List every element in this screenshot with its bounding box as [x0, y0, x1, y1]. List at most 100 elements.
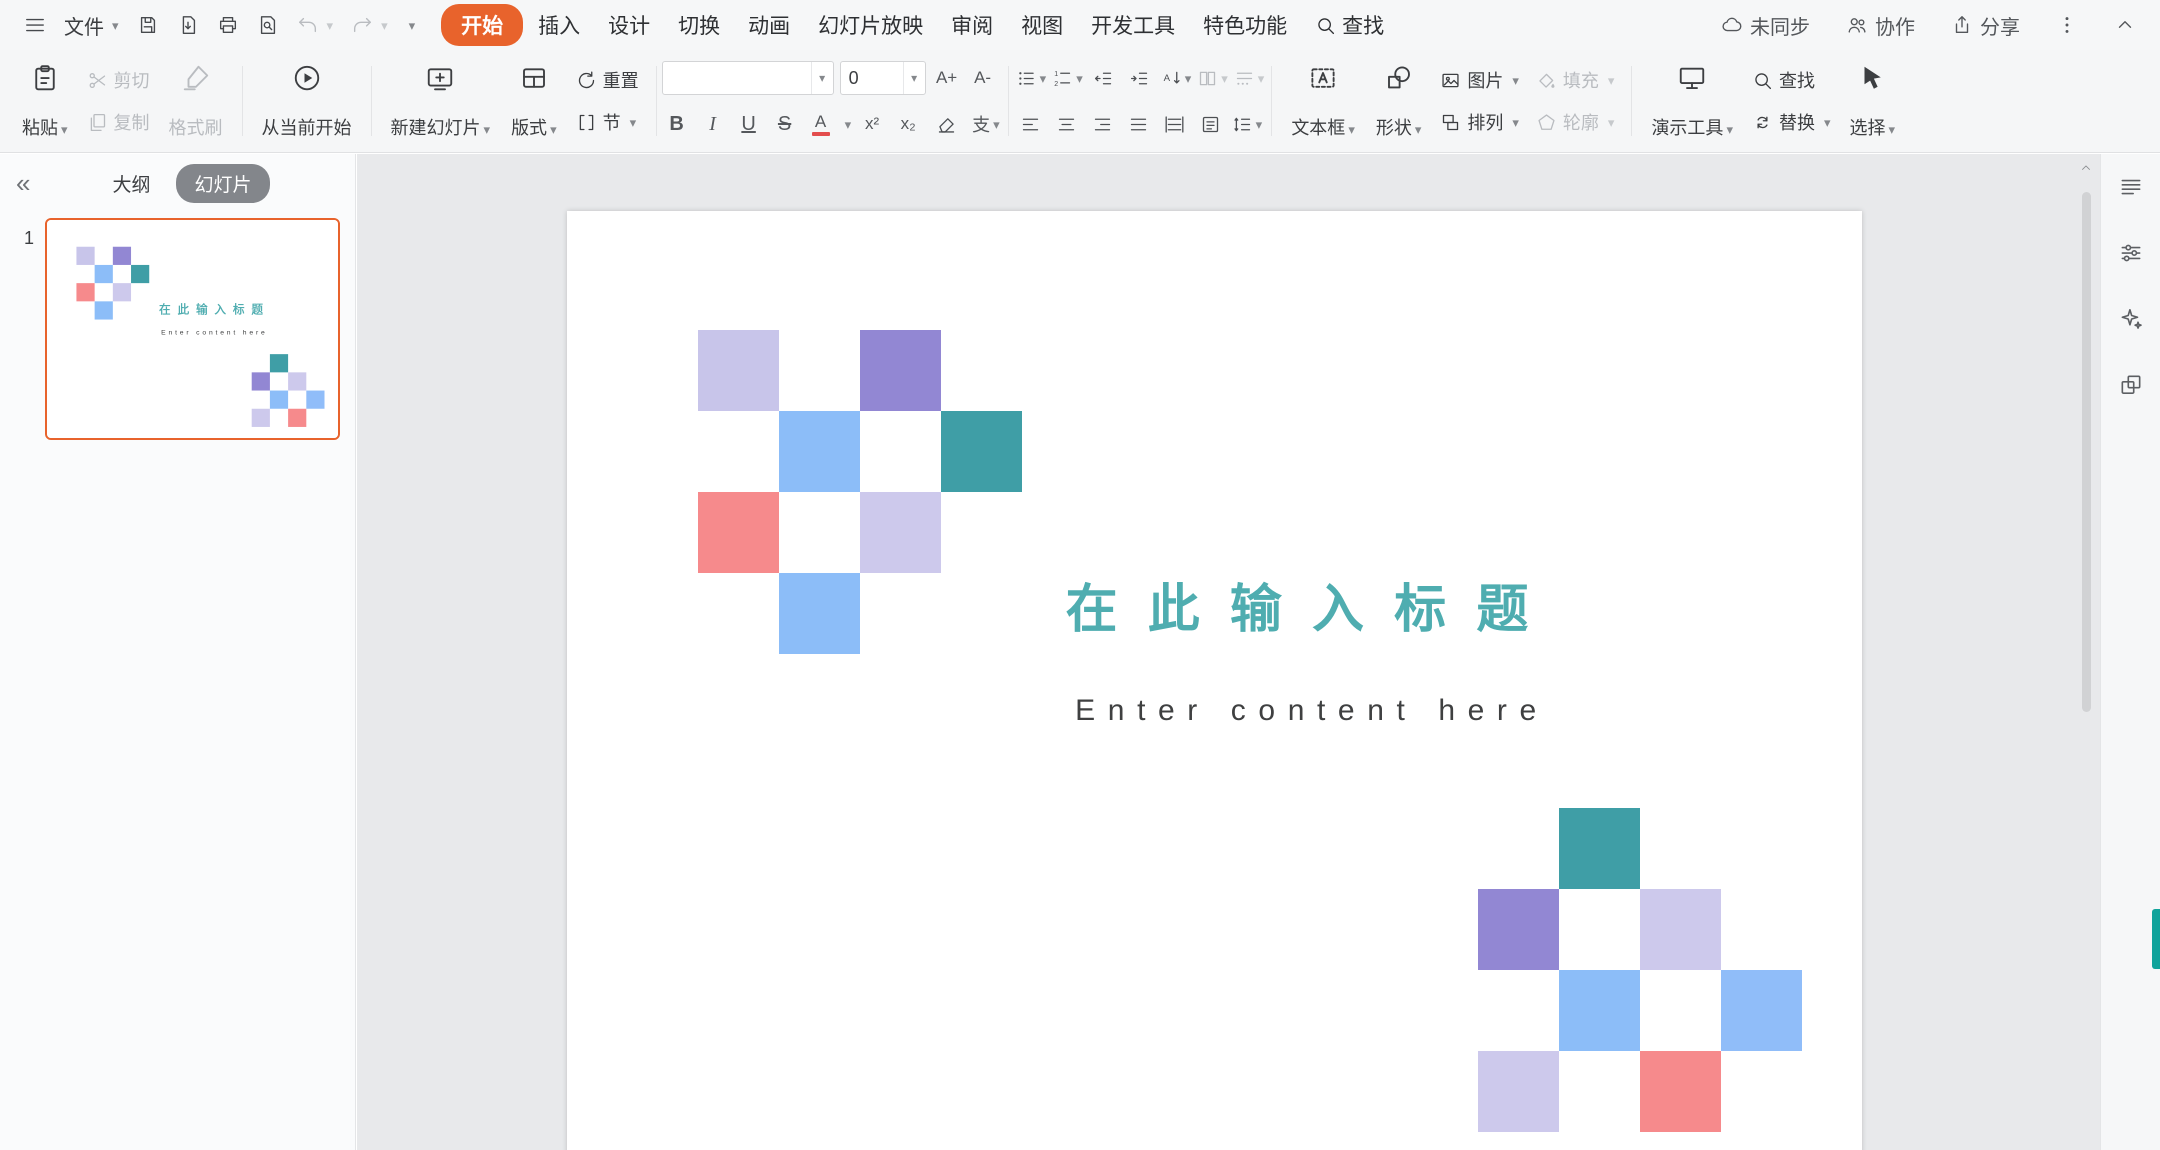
start-from-current-button[interactable]: 从当前开始	[253, 54, 361, 148]
sync-status-button[interactable]: 未同步	[1715, 6, 1816, 45]
tab-animation[interactable]: 动画	[735, 4, 803, 46]
undo-button[interactable]: ▾	[291, 9, 340, 41]
redo-button[interactable]: ▾	[345, 9, 394, 41]
increase-indent-icon	[1129, 68, 1150, 89]
increase-indent-button[interactable]	[1123, 61, 1157, 95]
tab-outline-view[interactable]: 大纲	[112, 170, 150, 197]
section-button[interactable]: 节▾	[569, 104, 646, 140]
picture-button[interactable]: 图片▾	[1433, 62, 1526, 98]
clear-format-button[interactable]	[929, 107, 963, 141]
caret-down-icon: ▾	[1185, 72, 1192, 85]
pane-list-button[interactable]	[2112, 168, 2150, 206]
tab-insert[interactable]: 插入	[525, 4, 593, 46]
tab-review[interactable]: 审阅	[938, 4, 1006, 46]
cut-button[interactable]: 剪切	[80, 62, 157, 98]
superscript-button[interactable]: x²	[857, 107, 887, 141]
collapse-ribbon-button[interactable]	[2108, 9, 2142, 41]
presentation-tools-button[interactable]: 演示工具▾	[1642, 54, 1742, 148]
export-button[interactable]	[171, 9, 205, 41]
text-tool-button[interactable]: 支▾	[969, 107, 1003, 141]
align-center-button[interactable]	[1050, 107, 1084, 141]
bullet-list-button[interactable]: ▾	[1014, 61, 1049, 95]
tab-design[interactable]: 设计	[595, 4, 663, 46]
app-menu-button[interactable]	[18, 9, 52, 41]
select-button[interactable]: 选择▾	[1841, 54, 1905, 148]
paragraph-layout-button[interactable]	[1194, 107, 1228, 141]
replace-button[interactable]: 替换▾	[1745, 104, 1838, 140]
caret-down-icon[interactable]: ▾	[903, 62, 925, 94]
tab-home[interactable]: 开始	[441, 4, 523, 46]
collapse-panel-button[interactable]: «	[16, 170, 30, 196]
copy-button[interactable]: 复制	[80, 104, 157, 140]
font-color-letter: A	[815, 113, 826, 130]
new-slide-button[interactable]: 新建幻灯片▾	[382, 54, 500, 148]
subscript-button[interactable]: x₂	[893, 107, 923, 141]
caret-down-icon: ▾	[1221, 72, 1228, 85]
tab-transition[interactable]: 切换	[665, 4, 733, 46]
file-menu-button[interactable]: 文件▾	[58, 6, 125, 45]
print-preview-button[interactable]	[251, 9, 285, 41]
text-direction-button[interactable]: ▾	[1159, 61, 1194, 95]
layout-label: 版式	[511, 119, 547, 139]
tab-view[interactable]: 视图	[1008, 4, 1076, 46]
caret-down-icon[interactable]: ▾	[811, 62, 833, 94]
columns-button[interactable]: ▾	[1195, 61, 1230, 95]
tab-find[interactable]: 查找	[1302, 4, 1397, 46]
align-right-button[interactable]	[1086, 107, 1120, 141]
outline-button[interactable]: 轮廓▾	[1529, 104, 1622, 140]
caret-down-icon: ▾	[1512, 74, 1519, 87]
font-name-combo[interactable]: ▾	[662, 61, 834, 95]
redo-icon	[351, 14, 373, 36]
caret-down-icon[interactable]: ▾	[845, 118, 852, 131]
reset-button[interactable]: 重置	[569, 62, 646, 98]
scroll-up-button[interactable]	[2078, 158, 2094, 178]
numbered-list-button[interactable]: ▾	[1050, 61, 1085, 95]
fill-button[interactable]: 填充▾	[1529, 62, 1622, 98]
collaborate-button[interactable]: 协作	[1840, 6, 1921, 45]
tab-slides-view[interactable]: 幻灯片	[176, 164, 269, 203]
font-color-button[interactable]: A	[806, 107, 836, 141]
more-options-button[interactable]	[2050, 9, 2084, 41]
paste-label: 粘贴	[22, 119, 58, 139]
object-properties-button[interactable]	[2112, 234, 2150, 272]
line-spacing-button[interactable]: ▾	[1230, 107, 1265, 141]
bold-button[interactable]: B	[662, 107, 692, 141]
tab-slideshow[interactable]: 幻灯片放映	[805, 4, 936, 46]
italic-button[interactable]: I	[698, 107, 728, 141]
design-resources-button[interactable]	[2112, 366, 2150, 404]
shapes-button[interactable]: 形状▾	[1367, 54, 1431, 148]
strikethrough-button[interactable]: S	[770, 107, 800, 141]
collapsed-pane-indicator[interactable]	[2152, 909, 2160, 969]
slide-title[interactable]: 在此输入标题	[997, 567, 1627, 642]
arrange-button[interactable]: 排列▾	[1433, 104, 1526, 140]
justify-button[interactable]	[1122, 107, 1156, 141]
slide-subtitle[interactable]: Enter content here	[997, 694, 1627, 728]
smart-beautify-button[interactable]	[2112, 300, 2150, 338]
find-button[interactable]: 查找	[1745, 62, 1838, 98]
justify-icon	[1128, 114, 1149, 135]
clipboard-group: 粘贴▾ 剪切 复制 格式刷	[8, 54, 237, 148]
font-size-combo[interactable]: 0 ▾	[840, 61, 926, 95]
underline-button[interactable]: U	[734, 107, 764, 141]
layout-button[interactable]: 版式▾	[502, 54, 566, 148]
align-left-button[interactable]	[1014, 107, 1048, 141]
caret-down-icon: ▾	[1258, 72, 1265, 85]
slide-thumbnail[interactable]: 在此输入标题 Enter content here	[45, 218, 340, 440]
slide-page[interactable]: 在此输入标题 Enter content here	[567, 211, 1862, 1150]
format-painter-button[interactable]: 格式刷	[160, 54, 232, 148]
slides-group: 新建幻灯片▾ 版式▾ 重置 节▾	[377, 54, 651, 148]
scrollbar-thumb[interactable]	[2082, 192, 2091, 712]
save-button[interactable]	[131, 9, 165, 41]
tab-special-features[interactable]: 特色功能	[1190, 4, 1300, 46]
list-settings-button[interactable]: ▾	[1232, 61, 1267, 95]
tab-developer[interactable]: 开发工具	[1078, 4, 1188, 46]
share-button[interactable]: 分享	[1945, 6, 2026, 45]
paste-button[interactable]: 粘贴▾	[13, 54, 77, 148]
decrease-indent-button[interactable]	[1087, 61, 1121, 95]
print-button[interactable]	[211, 9, 245, 41]
quick-toolbar-more-button[interactable]: ▾	[400, 14, 422, 37]
decrease-font-button[interactable]: A-	[968, 61, 998, 95]
increase-font-button[interactable]: A+	[932, 61, 962, 95]
distribute-button[interactable]	[1158, 107, 1192, 141]
text-box-button[interactable]: 文本框▾	[1282, 54, 1364, 148]
